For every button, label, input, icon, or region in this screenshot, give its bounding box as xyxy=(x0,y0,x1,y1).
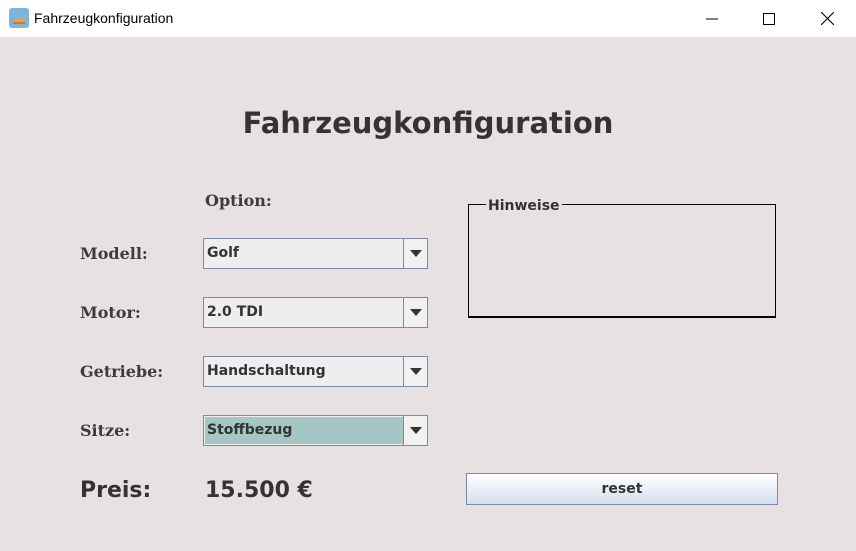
sitze-label: Sitze: xyxy=(80,421,131,440)
chevron-down-icon xyxy=(409,250,422,257)
chevron-down-icon xyxy=(409,309,422,316)
price-value: 15.500 € xyxy=(205,478,313,503)
motor-combobox[interactable]: 2.0 TDI xyxy=(203,297,428,328)
java-app-icon xyxy=(9,8,29,28)
sitze-value: Stoffbezug xyxy=(207,422,293,438)
close-button[interactable] xyxy=(798,0,856,37)
getriebe-dropdown-button[interactable] xyxy=(403,357,427,386)
motor-dropdown-button[interactable] xyxy=(403,298,427,327)
modell-dropdown-button[interactable] xyxy=(403,239,427,268)
price-label: Preis: xyxy=(80,478,152,503)
minimize-icon xyxy=(706,18,718,19)
title-bar: Fahrzeugkonfiguration xyxy=(0,0,856,37)
chevron-down-icon xyxy=(409,427,422,434)
hinweise-panel xyxy=(468,204,776,318)
sitze-dropdown-button[interactable] xyxy=(403,416,427,445)
modell-value: Golf xyxy=(207,245,239,261)
hinweise-title: Hinweise xyxy=(486,198,562,214)
motor-value: 2.0 TDI xyxy=(207,304,264,320)
maximize-button[interactable] xyxy=(740,0,798,37)
minimize-button[interactable] xyxy=(683,0,741,37)
getriebe-combobox[interactable]: Handschaltung xyxy=(203,356,428,387)
window-title: Fahrzeugkonfiguration xyxy=(34,10,174,26)
modell-combobox[interactable]: Golf xyxy=(203,238,428,269)
motor-label: Motor: xyxy=(80,303,141,322)
modell-label: Modell: xyxy=(80,244,148,263)
sitze-combobox[interactable]: Stoffbezug xyxy=(203,415,428,446)
getriebe-value: Handschaltung xyxy=(207,363,326,379)
chevron-down-icon xyxy=(409,368,422,375)
page-title: Fahrzeugkonfiguration xyxy=(242,106,614,140)
option-column-header: Option: xyxy=(205,191,272,210)
maximize-icon xyxy=(763,12,775,25)
close-icon xyxy=(820,12,834,25)
getriebe-label: Getriebe: xyxy=(80,362,164,381)
reset-button[interactable]: reset xyxy=(466,473,778,505)
